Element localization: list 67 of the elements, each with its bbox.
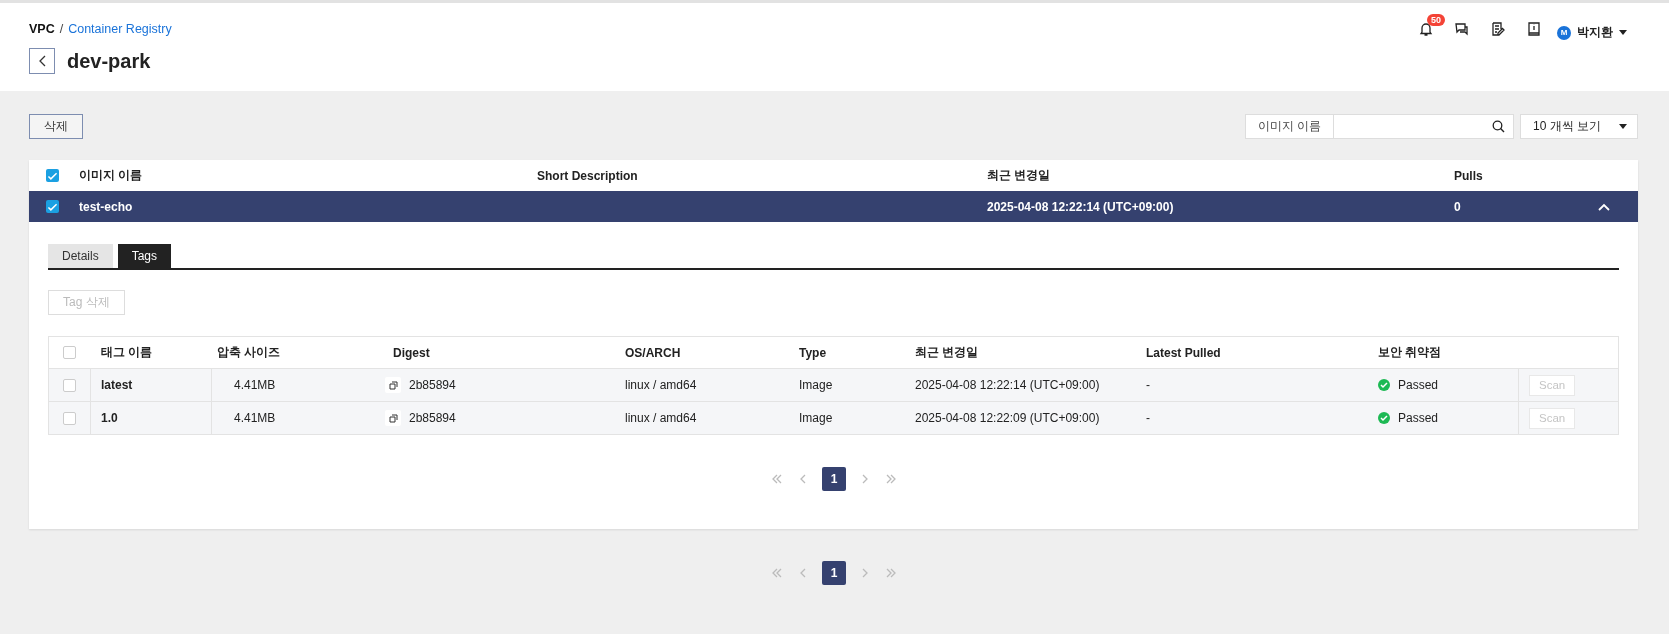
column-header: 태그 이름: [100, 344, 154, 361]
notification-badge: 50: [1427, 14, 1445, 26]
column-header: Digest: [392, 345, 431, 360]
first-page-icon[interactable]: [770, 566, 784, 580]
column-header: 압축 사이즈: [216, 344, 282, 361]
table-cell-text: 2025-04-08 12:22:09 (UTC+09:00): [915, 411, 1101, 425]
chat-icon[interactable]: [1454, 21, 1470, 37]
checkbox[interactable]: [45, 169, 59, 182]
checkbox[interactable]: [63, 411, 76, 425]
breadcrumb-link[interactable]: Container Registry: [68, 22, 172, 36]
user-avatar[interactable]: M: [1557, 25, 1571, 40]
table-cell: latest: [101, 378, 133, 392]
table-cell-text: linux / amd64: [625, 378, 698, 392]
delete-button[interactable]: 삭제: [29, 114, 83, 139]
caret-icon[interactable]: [1619, 30, 1627, 35]
table-cell-text: Image: [799, 378, 834, 392]
checkbox[interactable]: [63, 378, 76, 392]
checkbox[interactable]: [45, 200, 59, 213]
tab[interactable]: Tags: [117, 244, 172, 268]
table-cell-text: 4.41MB: [233, 378, 276, 392]
table-cell: 1.0: [101, 411, 118, 425]
checkbox[interactable]: [63, 346, 76, 359]
breadcrumb-item: VPC: [29, 22, 55, 36]
table-cell-text: test-echo: [79, 199, 134, 214]
table-cell-text: -: [1146, 411, 1151, 425]
security-status: Passed: [1398, 411, 1439, 425]
chevron-icon[interactable]: [1598, 202, 1610, 211]
copy-icon[interactable]: [385, 377, 401, 393]
last-page-icon[interactable]: [884, 566, 898, 580]
bell-icon[interactable]: [1418, 21, 1434, 37]
table-cell-text: 4.41MB: [233, 411, 276, 425]
page-size-dropdown[interactable]: 10 개씩 보기: [1520, 114, 1638, 139]
search-field[interactable]: 이미지 이름: [1244, 114, 1514, 139]
table-cell: 2b85894: [409, 378, 456, 392]
column-header: Short Description: [537, 168, 639, 183]
first-page-icon[interactable]: [770, 472, 784, 486]
user-name[interactable]: 박지환: [1577, 24, 1613, 41]
column-header: Latest Pulled: [1146, 345, 1222, 360]
breadcrumb-separator: /: [59, 22, 64, 36]
page-button[interactable]: 1: [822, 467, 846, 491]
column-header: 보안 취약점: [1378, 344, 1443, 361]
table-cell-text: Image: [799, 411, 834, 425]
back-button[interactable]: [29, 48, 55, 74]
last-page-icon[interactable]: [884, 472, 898, 486]
table-cell-text: linux / amd64: [625, 411, 698, 425]
copy-icon[interactable]: [385, 410, 401, 426]
table-cell-text: 0: [1454, 199, 1462, 214]
column-header: Type: [799, 345, 828, 360]
search-icon[interactable]: [1492, 120, 1505, 133]
column-header: 이미지 이름: [79, 167, 144, 184]
book-icon[interactable]: [1526, 21, 1542, 37]
chevron-left-icon: [38, 55, 46, 67]
table-cell-text: 2025-04-08 12:22:14 (UTC+09:00): [915, 378, 1101, 392]
table-cell: 2b85894: [409, 411, 456, 425]
note-edit-icon[interactable]: [1490, 21, 1506, 37]
tab[interactable]: Details: [48, 244, 113, 268]
page-title: dev-park: [67, 49, 151, 73]
column-header: Pulls: [1454, 168, 1484, 183]
security-status: Passed: [1398, 378, 1439, 392]
column-header: 최근 변경일: [987, 167, 1052, 184]
table-cell-text: 2025-04-08 12:22:14 (UTC+09:00): [987, 199, 1175, 214]
column-header: OS/ARCH: [625, 345, 682, 360]
column-header: 최근 변경일: [915, 344, 980, 361]
caret-icon: [1619, 124, 1627, 129]
page-button[interactable]: 1: [822, 561, 846, 585]
table-cell-text: -: [1146, 378, 1151, 392]
image-row[interactable]: test-echo 2025-04-08 12:22:14 (UTC+09:00) 0: [29, 191, 1638, 222]
